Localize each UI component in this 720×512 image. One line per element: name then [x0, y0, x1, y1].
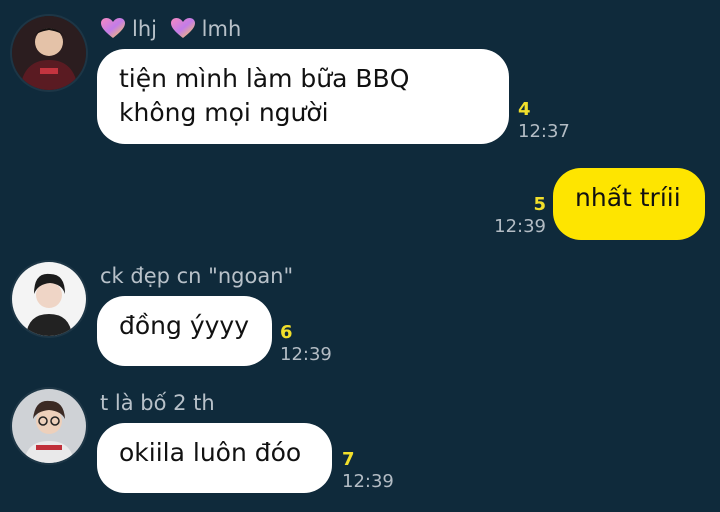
- message-bubble[interactable]: đồng ýyyy: [97, 296, 272, 366]
- avatar[interactable]: [12, 262, 86, 336]
- message-bubble[interactable]: nhất tríii: [553, 168, 705, 240]
- avatar[interactable]: [12, 16, 86, 90]
- timestamp: 12:37: [518, 121, 570, 142]
- timestamp: 12:39: [494, 216, 546, 237]
- message-meta: 5 12:39: [494, 194, 546, 238]
- message-bubble[interactable]: tiện mình làm bữa BBQ không mọi người: [97, 49, 509, 144]
- sender-tag: lmh: [201, 17, 242, 41]
- unread-count: 4: [518, 99, 531, 120]
- avatar[interactable]: [12, 389, 86, 463]
- message-text: okiila luôn đóo: [119, 438, 302, 467]
- timestamp: 12:39: [280, 344, 332, 365]
- message-text: tiện mình làm bữa BBQ: [119, 64, 410, 93]
- unread-count: 6: [280, 322, 293, 343]
- message-meta: 7 12:39: [342, 449, 394, 493]
- unread-count: 7: [342, 449, 355, 470]
- sender-name: t là bố 2 th: [100, 391, 215, 415]
- timestamp: 12:39: [342, 471, 394, 492]
- heart-icon: [170, 17, 196, 39]
- message-bubble[interactable]: okiila luôn đóo: [97, 423, 332, 493]
- message-meta: 6 12:39: [280, 322, 332, 366]
- sender-tag: lhj: [132, 17, 157, 41]
- heart-icon: [100, 17, 126, 39]
- message-text: đồng ýyyy: [119, 311, 250, 340]
- message-meta: 4 12:37: [518, 99, 570, 143]
- message-text: nhất tríii: [575, 183, 681, 212]
- chat-view: lhj lmh tiện mình làm bữa BBQ không mọi …: [0, 0, 720, 512]
- sender-name: lhj lmh: [100, 16, 241, 42]
- sender-name: ck đẹp cn "ngoan": [100, 264, 294, 288]
- unread-count: 5: [533, 194, 546, 215]
- message-text: không mọi người: [119, 98, 329, 127]
